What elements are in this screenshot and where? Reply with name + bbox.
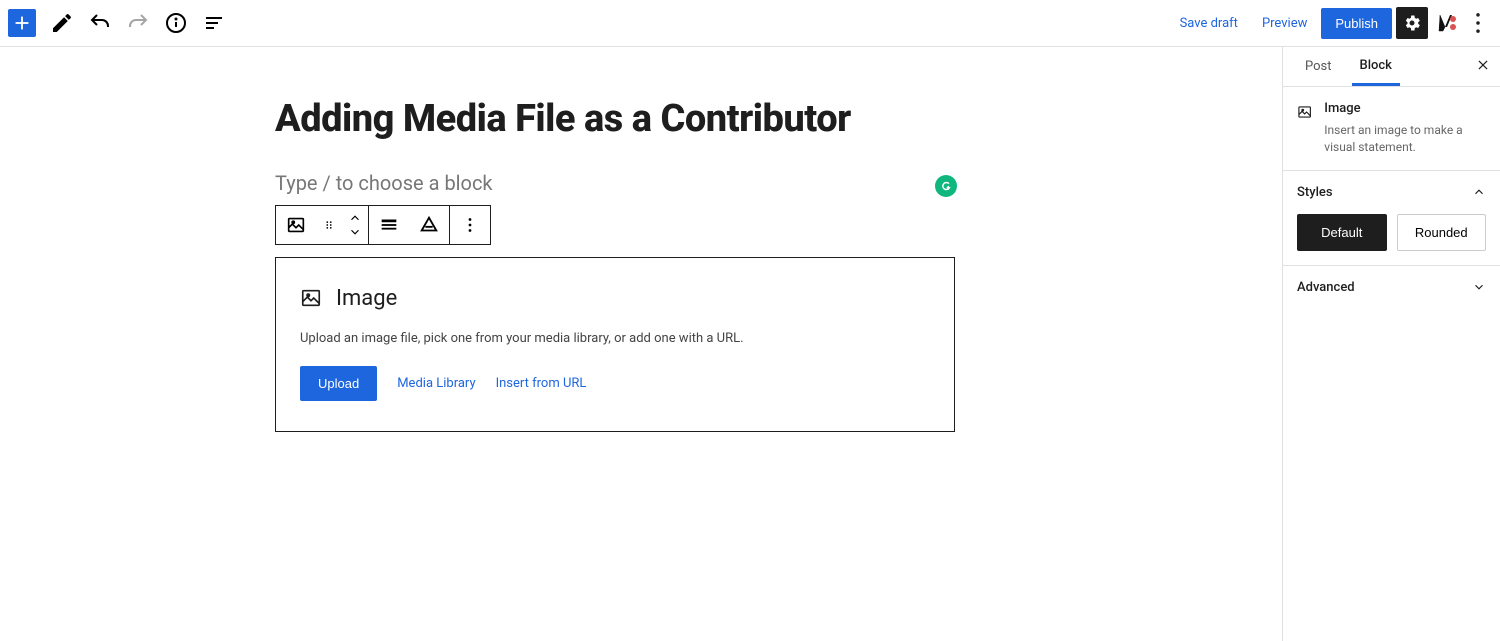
settings-sidebar: Post Block Image Insert an image to make… <box>1282 47 1500 641</box>
publish-button[interactable]: Publish <box>1321 8 1392 39</box>
block-card-title: Image <box>1324 101 1486 116</box>
editor-top-toolbar: Save draft Preview Publish <box>0 0 1500 47</box>
block-card-description: Insert an image to make a visual stateme… <box>1324 122 1486 156</box>
style-rounded-button[interactable]: Rounded <box>1397 214 1487 251</box>
advanced-panel: Advanced <box>1283 266 1500 309</box>
media-library-link[interactable]: Media Library <box>397 376 475 391</box>
insert-from-url-link[interactable]: Insert from URL <box>496 376 587 391</box>
edit-mode-button[interactable] <box>44 5 80 41</box>
tab-block[interactable]: Block <box>1352 47 1400 86</box>
align-icon <box>378 214 400 236</box>
list-view-icon <box>202 11 226 35</box>
image-block-description: Upload an image file, pick one from your… <box>300 331 930 346</box>
image-icon <box>1297 101 1312 123</box>
block-more-button[interactable] <box>450 206 490 244</box>
chevron-down-icon <box>348 225 362 239</box>
block-toolbar <box>275 205 491 245</box>
post-title[interactable]: Adding Media File as a Contributor <box>275 97 955 143</box>
grammarly-badge[interactable] <box>935 175 957 197</box>
gear-icon <box>1402 13 1422 33</box>
image-icon <box>300 287 322 309</box>
align-button[interactable] <box>369 206 409 244</box>
redo-icon <box>126 11 150 35</box>
kebab-icon <box>459 214 481 236</box>
block-type-button[interactable] <box>276 206 316 244</box>
caption-align-icon <box>418 214 440 236</box>
advanced-panel-header[interactable]: Advanced <box>1297 280 1486 295</box>
styles-panel: Styles Default Rounded <box>1283 171 1500 266</box>
save-draft-link[interactable]: Save draft <box>1170 16 1248 31</box>
drag-icon <box>322 218 336 232</box>
upload-button[interactable]: Upload <box>300 366 377 401</box>
chevron-up-icon <box>348 211 362 225</box>
outline-button[interactable] <box>196 5 232 41</box>
editor-canvas: Adding Media File as a Contributor Type … <box>0 47 1282 641</box>
move-up-down[interactable] <box>342 206 368 244</box>
settings-button[interactable] <box>1396 7 1428 39</box>
text-align-button[interactable] <box>409 206 449 244</box>
chevron-down-icon <box>1472 280 1486 294</box>
more-options-button[interactable] <box>1464 5 1492 41</box>
styles-panel-header[interactable]: Styles <box>1297 185 1486 200</box>
redo-button[interactable] <box>120 5 156 41</box>
kebab-icon <box>1464 9 1492 37</box>
chevron-up-icon <box>1472 185 1486 199</box>
block-appender[interactable]: Type / to choose a block <box>275 171 955 195</box>
drag-handle[interactable] <box>316 206 342 244</box>
yoast-seo-button[interactable] <box>1432 9 1460 37</box>
tab-post[interactable]: Post <box>1297 47 1340 86</box>
image-block-placeholder: Image Upload an image file, pick one fro… <box>275 257 955 432</box>
info-icon <box>164 11 188 35</box>
undo-icon <box>88 11 112 35</box>
block-card: Image Insert an image to make a visual s… <box>1283 87 1500 171</box>
close-sidebar-button[interactable] <box>1476 58 1490 76</box>
style-default-button[interactable]: Default <box>1297 214 1387 251</box>
details-button[interactable] <box>158 5 194 41</box>
grammarly-icon <box>939 179 953 193</box>
image-icon <box>285 214 307 236</box>
close-icon <box>1476 58 1490 72</box>
plus-icon <box>11 12 33 34</box>
preview-link[interactable]: Preview <box>1252 16 1317 31</box>
add-block-button[interactable] <box>8 9 36 37</box>
undo-button[interactable] <box>82 5 118 41</box>
pencil-icon <box>50 11 74 35</box>
yoast-icon <box>1434 11 1458 35</box>
image-block-title: Image <box>336 286 397 311</box>
